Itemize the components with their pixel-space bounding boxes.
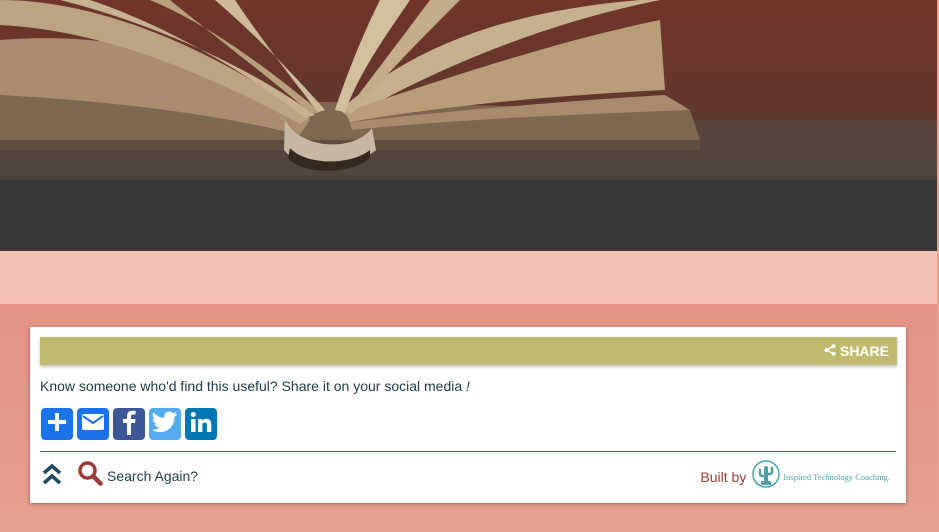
linkedin-icon	[189, 410, 213, 439]
search-again-button[interactable]: Search Again?	[77, 460, 198, 491]
cactus-logo-icon	[752, 460, 781, 493]
share-prompt-end: !	[466, 378, 470, 394]
share-toggle[interactable]: SHARE	[824, 343, 889, 359]
share-header-label: SHARE	[839, 343, 889, 359]
double-chevron-up-icon	[42, 463, 62, 493]
email-icon	[81, 413, 105, 436]
twitter-icon	[152, 411, 178, 438]
facebook-share-button[interactable]	[113, 408, 145, 440]
company-name: Inspired Technology Coaching.	[783, 471, 890, 482]
facebook-icon	[121, 409, 137, 440]
share-prompt: Know someone who'd find this useful? Sha…	[40, 378, 470, 394]
add-to-any-button[interactable]	[41, 408, 73, 440]
share-prompt-text: Know someone who'd find this useful? Sha…	[40, 378, 463, 394]
plus-icon	[46, 411, 68, 438]
company-logo[interactable]: Inspired Technology Coaching.	[752, 460, 890, 493]
social-share-buttons	[41, 408, 217, 440]
search-again-label: Search Again?	[107, 467, 199, 484]
built-by-credit[interactable]: Built by Inspired Technology Coaching.	[700, 460, 890, 493]
built-by-label: Built by	[700, 468, 747, 485]
email-share-button[interactable]	[77, 408, 109, 440]
twitter-share-button[interactable]	[149, 408, 181, 440]
share-icon	[824, 343, 836, 359]
search-icon	[77, 460, 103, 491]
share-panel: SHARE Know someone who'd find this usefu…	[30, 327, 906, 503]
hero-image	[0, 0, 937, 251]
scroll-to-top-button[interactable]	[42, 461, 62, 489]
footer-divider	[40, 451, 896, 452]
decorative-band	[0, 251, 937, 304]
linkedin-share-button[interactable]	[185, 408, 217, 440]
share-header-bar[interactable]: SHARE	[40, 337, 897, 365]
